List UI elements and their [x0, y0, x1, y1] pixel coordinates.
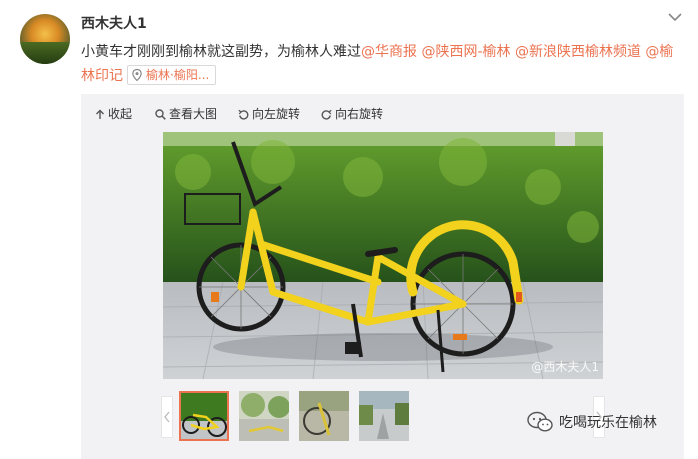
wechat-account-name: 吃喝玩乐在榆林 [559, 415, 657, 431]
post-body: 小黄车才刚刚到榆林就这副势，为榆林人难过 [81, 44, 361, 60]
view-large-label: 查看大图 [169, 107, 218, 121]
wechat-account-watermark: 吃喝玩乐在榆林 [527, 411, 657, 435]
photo-watermark: @西木夫人1 [531, 360, 599, 374]
collapse-label: 收起 [108, 107, 133, 121]
view-large-button[interactable]: 查看大图 [155, 105, 217, 122]
rotate-left-button[interactable]: 向左旋转 [238, 105, 300, 122]
collapse-button[interactable]: 收起 [95, 105, 132, 122]
mention-link[interactable]: @华商报 [361, 44, 417, 60]
thumbnail-2[interactable] [239, 391, 289, 441]
mention-link[interactable]: @陕西网-榆林 [421, 44, 510, 60]
rotate-right-label: 向右旋转 [335, 107, 384, 121]
location-pin-icon [132, 68, 142, 82]
location-tag[interactable]: 榆林·榆阳... [127, 65, 217, 85]
thumbnail-3[interactable] [299, 391, 349, 441]
magnifier-icon [155, 109, 166, 120]
bike-photo-illustration [163, 132, 603, 379]
thumbnail-4[interactable] [359, 391, 409, 441]
thumb-prev-button[interactable] [161, 396, 173, 438]
author-name[interactable]: 西木夫人1 [81, 13, 147, 33]
wechat-icon [527, 411, 553, 432]
mention-link[interactable]: @新浪陕西榆林频道 [515, 44, 641, 60]
location-label: 榆林·榆阳... [146, 68, 210, 82]
rotate-right-icon [321, 109, 332, 120]
weibo-post-card: 西木夫人1 小黄车才刚刚到榆林就这副势，为榆林人难过@华商报 @陕西网-榆林 @… [0, 0, 698, 459]
rotate-left-label: 向左旋转 [252, 107, 301, 121]
rotate-left-icon [238, 109, 249, 120]
collapse-arrow-icon [96, 109, 104, 119]
mention-link[interactable]: 林印记 [81, 68, 123, 84]
thumbnail-1[interactable] [179, 391, 229, 441]
chevron-left-icon [164, 411, 170, 423]
media-panel: 收起 查看大图 向左旋转 向右旋转 @西木夫人1 [81, 94, 684, 459]
avatar[interactable] [20, 14, 70, 64]
mention-link[interactable]: @榆 [645, 44, 673, 60]
rotate-right-button[interactable]: 向右旋转 [321, 105, 383, 122]
chevron-down-icon[interactable] [668, 12, 682, 22]
post-text: 小黄车才刚刚到榆林就这副势，为榆林人难过@华商报 @陕西网-榆林 @新浪陕西榆林… [81, 40, 681, 88]
main-photo[interactable]: @西木夫人1 [163, 132, 603, 379]
